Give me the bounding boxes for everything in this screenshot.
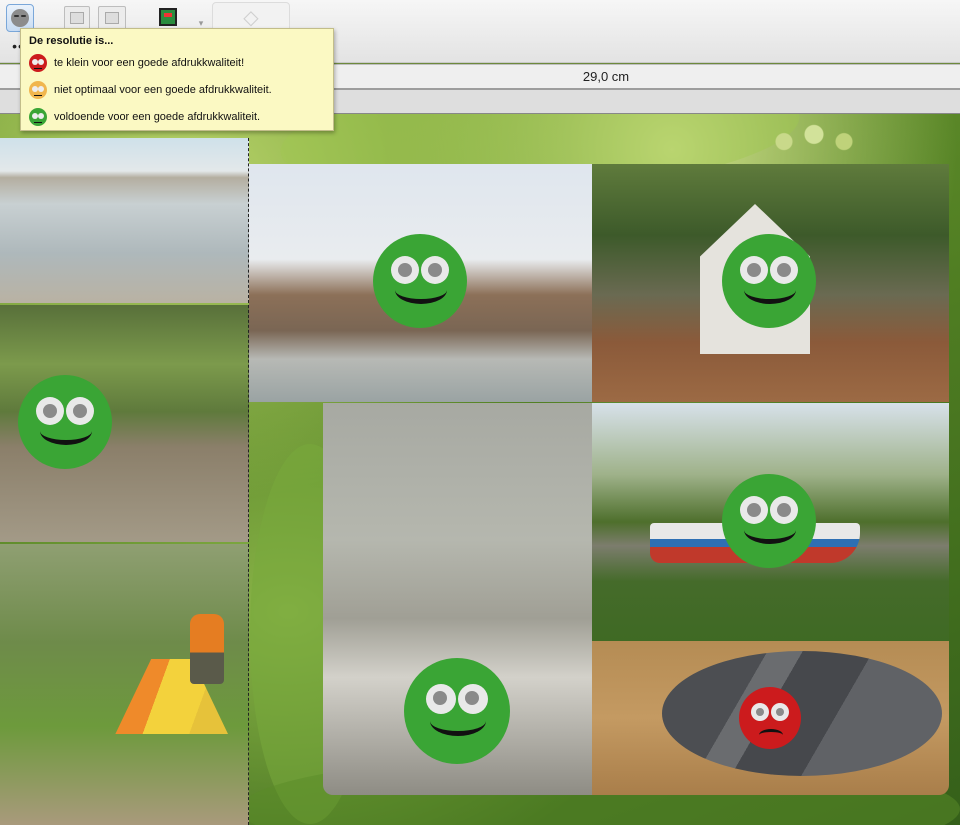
diamond-icon: ◇: [243, 6, 259, 29]
tooltip-row-orange: niet optimaal voor een goede afdrukkwali…: [29, 76, 325, 103]
person: [190, 614, 224, 684]
photo-leatherback-turtle[interactable]: [592, 641, 949, 795]
resolution-bad-icon: [29, 53, 47, 72]
photo-dead-trees[interactable]: [249, 164, 592, 402]
resolution-medium-icon: [29, 80, 47, 99]
resolution-good-icon: [404, 658, 510, 764]
turtle-shell: [662, 651, 942, 776]
tooltip-text-orange: niet optimaal voor een goede afdrukkwali…: [54, 83, 272, 96]
background-flower-buds: [760, 120, 880, 156]
image-icon: [70, 12, 84, 24]
photo-camp-tent[interactable]: [0, 544, 249, 825]
image-layers-button[interactable]: [98, 6, 126, 30]
photo-mangrove-cleanup[interactable]: [0, 305, 249, 542]
resolution-good-icon: [722, 474, 816, 568]
tooltip-text-green: voldoende voor een goede afdrukkwaliteit…: [54, 110, 261, 123]
image-layers-icon: [105, 12, 119, 24]
photo-grave[interactable]: [592, 164, 949, 402]
resolution-bad-icon: [739, 687, 801, 749]
tooltip-row-red: te klein voor een goede afdrukkwaliteit!: [29, 49, 325, 76]
photo-palm-boat[interactable]: [592, 403, 949, 641]
resolution-face-icon: [11, 9, 29, 27]
resolution-good-icon: [722, 234, 816, 328]
chevron-down-icon[interactable]: ▾: [196, 18, 206, 28]
resolution-good-icon: [18, 375, 112, 469]
photo-beach[interactable]: [0, 138, 249, 303]
tooltip-row-green: voldoende voor een goede afdrukkwaliteit…: [29, 103, 325, 130]
photo-tool-icon: [159, 8, 177, 26]
page-canvas[interactable]: [0, 114, 960, 825]
tooltip-title: De resolutie is...: [29, 35, 114, 47]
photo-tool-button[interactable]: [156, 4, 180, 30]
image-button[interactable]: [64, 6, 90, 30]
resolution-good-icon: [373, 234, 467, 328]
tooltip-text-red: te klein voor een goede afdrukkwaliteit!: [54, 56, 245, 69]
photo-crab[interactable]: [323, 403, 592, 795]
resolution-good-icon: [29, 107, 47, 126]
resolution-tooltip: De resolutie is... te klein voor een goe…: [20, 28, 334, 131]
